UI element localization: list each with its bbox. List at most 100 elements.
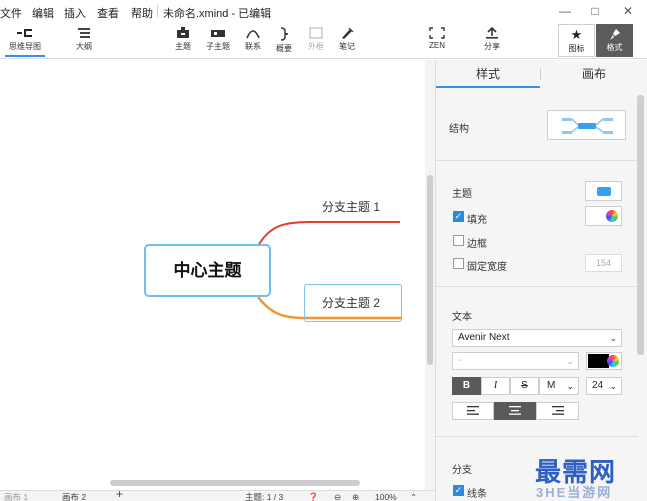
star-icon: ★ bbox=[570, 27, 583, 42]
central-topic[interactable]: 中心主题 bbox=[144, 244, 271, 297]
topic-button[interactable]: 主题 bbox=[165, 24, 201, 57]
notes-button[interactable]: 笔记 bbox=[329, 24, 365, 57]
topic-count: 主题: 1 / 3 bbox=[245, 492, 284, 501]
border-label: 边框 bbox=[467, 239, 487, 250]
add-sheet-button[interactable]: + bbox=[116, 491, 123, 500]
zoom-out-icon[interactable]: ⊖ bbox=[334, 492, 341, 501]
structure-label: 结构 bbox=[449, 124, 469, 135]
topic-shape-selector[interactable] bbox=[585, 181, 622, 201]
zen-icon bbox=[429, 27, 445, 39]
chevron-down-icon: ⌄ bbox=[566, 356, 574, 366]
tab-separator bbox=[540, 68, 541, 80]
structure-selector[interactable] bbox=[547, 110, 626, 140]
sheet-tab-2[interactable]: 画布 2 bbox=[62, 492, 86, 501]
menu-insert[interactable]: 插入 bbox=[64, 5, 86, 21]
rounded-rect-shape-icon bbox=[597, 187, 611, 196]
font-size-select[interactable]: 24 ⌄ bbox=[586, 377, 622, 395]
menu-edit[interactable]: 编辑 bbox=[32, 5, 54, 21]
align-center-button[interactable] bbox=[494, 402, 536, 420]
structure-section: 结构 bbox=[436, 96, 638, 161]
watermark-sub: 3HE当游网 bbox=[536, 485, 613, 500]
zoom-in-icon[interactable]: ⊕ bbox=[352, 492, 359, 501]
relationship-icon bbox=[246, 30, 260, 39]
icon-panel-button[interactable]: ★ 图标 bbox=[558, 24, 595, 57]
border-checkbox[interactable] bbox=[453, 235, 464, 246]
tab-canvas[interactable]: 画布 bbox=[542, 60, 646, 88]
summary-button[interactable]: 概要 bbox=[266, 24, 302, 57]
notes-icon bbox=[342, 27, 354, 39]
line-checkbox[interactable]: ✓ bbox=[453, 485, 464, 496]
canvas-vertical-scroll-thumb[interactable] bbox=[427, 175, 433, 365]
align-left-button[interactable] bbox=[452, 402, 494, 420]
menu-help[interactable]: 帮助 bbox=[131, 5, 153, 21]
share-label: 分享 bbox=[484, 42, 500, 51]
line-label: 线条 bbox=[467, 489, 487, 500]
zen-label: ZEN bbox=[429, 41, 445, 50]
sheet-tab-1[interactable]: 画布 1 bbox=[4, 492, 28, 501]
help-icon[interactable]: ❓ bbox=[308, 492, 319, 501]
bold-button[interactable]: B bbox=[452, 377, 481, 395]
align-right-button[interactable] bbox=[536, 402, 579, 420]
notes-label: 笔记 bbox=[339, 42, 355, 51]
align-right-icon bbox=[551, 406, 564, 415]
chevron-down-icon: ⌄ bbox=[566, 381, 574, 391]
share-button[interactable]: 分享 bbox=[474, 24, 510, 57]
text-case-select[interactable]: M ⌄ bbox=[539, 377, 579, 395]
fill-color-picker[interactable] bbox=[585, 206, 622, 226]
fixed-width-checkbox[interactable] bbox=[453, 258, 464, 269]
tab-style[interactable]: 样式 bbox=[436, 60, 540, 88]
strikethrough-button[interactable]: S bbox=[510, 377, 539, 395]
minimize-icon[interactable]: — bbox=[557, 3, 573, 19]
text-color-swatch bbox=[588, 354, 609, 368]
zen-button[interactable]: ZEN bbox=[419, 24, 455, 57]
canvas-horizontal-scroll-thumb[interactable] bbox=[110, 480, 360, 486]
share-icon bbox=[486, 27, 498, 39]
branch-1-line bbox=[257, 221, 400, 247]
chevron-up-icon[interactable]: ⌃ bbox=[410, 492, 417, 501]
fill-label: 填充 bbox=[467, 215, 487, 226]
italic-button[interactable]: I bbox=[481, 377, 510, 395]
status-bar: 画布 1 画布 2 + 主题: 1 / 3 ❓ ⊖ ⊕ 100% ⌃ bbox=[0, 490, 435, 501]
branch-topic-2[interactable]: 分支主题 2 bbox=[322, 294, 380, 311]
outline-view-label: 大纲 bbox=[76, 42, 92, 51]
structure-icon bbox=[562, 118, 613, 134]
text-label: 文本 bbox=[452, 312, 472, 323]
align-center-icon bbox=[509, 406, 521, 415]
format-panel-button[interactable]: 格式 bbox=[596, 24, 633, 57]
font-weight-select[interactable]: - ⌄ bbox=[452, 352, 579, 370]
topic-shape-label: 主题 bbox=[452, 189, 472, 200]
mindmap-view-tab[interactable]: 思维导图 bbox=[5, 24, 45, 57]
fill-checkbox[interactable]: ✓ bbox=[453, 211, 464, 222]
format-panel: 样式 画布 结构 主题 ✓ 填充 边框 固定宽度 154 文本 Avenir N… bbox=[435, 60, 647, 501]
mindmap-icon bbox=[17, 29, 32, 37]
format-panel-label: 格式 bbox=[606, 43, 623, 52]
branch-label: 分支 bbox=[452, 465, 472, 476]
fixed-width-input[interactable]: 154 bbox=[585, 254, 622, 272]
subtopic-button[interactable]: 子主题 bbox=[200, 24, 236, 57]
canvas-vertical-scrollbar[interactable] bbox=[425, 60, 435, 490]
subtopic-icon bbox=[211, 30, 225, 37]
outline-icon bbox=[78, 28, 90, 38]
menu-file[interactable]: 文件 bbox=[0, 5, 22, 21]
font-size-value: 24 bbox=[592, 380, 604, 391]
topic-icon bbox=[177, 27, 189, 38]
menu-divider bbox=[157, 5, 158, 17]
maximize-icon[interactable]: □ bbox=[587, 3, 603, 19]
color-wheel-icon bbox=[606, 210, 618, 222]
zoom-level[interactable]: 100% bbox=[375, 492, 397, 501]
text-color-picker[interactable] bbox=[586, 352, 622, 370]
color-wheel-icon bbox=[607, 355, 619, 367]
menu-view[interactable]: 查看 bbox=[97, 5, 119, 21]
branch-topic-1[interactable]: 分支主题 1 bbox=[322, 198, 380, 215]
close-icon[interactable]: ✕ bbox=[620, 3, 636, 19]
panel-scroll-thumb[interactable] bbox=[637, 95, 644, 355]
fixed-width-label: 固定宽度 bbox=[467, 262, 507, 273]
mindmap-canvas[interactable]: 中心主题 分支主题 1 分支主题 2 bbox=[0, 60, 425, 490]
outline-view-tab[interactable]: 大纲 bbox=[66, 24, 102, 57]
title-bar: 文件 编辑 插入 查看 帮助 未命名.xmind - 已编辑 — □ ✕ bbox=[0, 0, 647, 22]
font-family-select[interactable]: Avenir Next ⌄ bbox=[452, 329, 622, 347]
chevron-down-icon: ⌄ bbox=[609, 333, 617, 343]
mindmap-view-label: 思维导图 bbox=[9, 42, 41, 51]
text-section: 文本 Avenir Next ⌄ - ⌄ B I S M ⌄ 24 ⌄ bbox=[436, 287, 638, 437]
subtopic-label: 子主题 bbox=[206, 42, 230, 51]
